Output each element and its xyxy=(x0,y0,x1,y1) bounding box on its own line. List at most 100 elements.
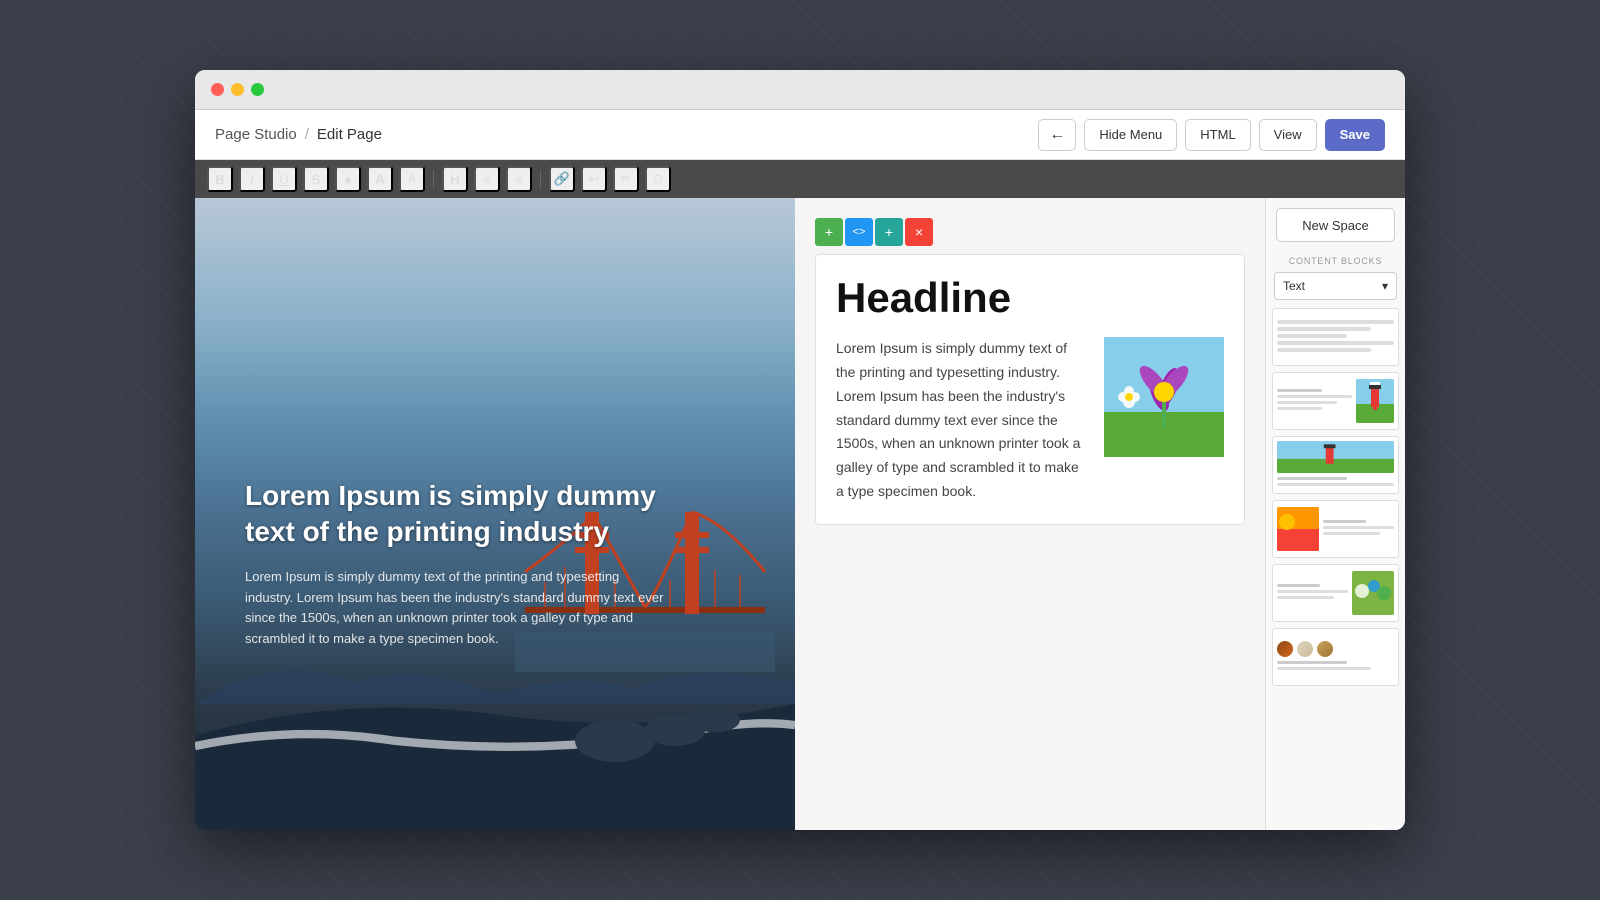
content-blocks-filter[interactable]: Text ▾ xyxy=(1274,272,1397,300)
delete-block-button[interactable]: × xyxy=(905,218,933,246)
left-panel: Lorem Ipsum is simply dummy text of the … xyxy=(195,198,795,830)
thumb-image-top xyxy=(1277,441,1394,473)
breadcrumb-current-page: Edit Page xyxy=(317,126,382,143)
align-button[interactable]: ≡ xyxy=(474,166,500,192)
hide-menu-button[interactable]: Hide Menu xyxy=(1084,119,1177,151)
content-body-with-image: Lorem Ipsum is simply dummy text of the … xyxy=(836,337,1224,504)
thumb-image-colorful xyxy=(1277,507,1319,551)
toolbar-separator-2 xyxy=(540,170,541,188)
thumb-line xyxy=(1277,334,1347,338)
highlight-button[interactable]: ● xyxy=(335,166,361,192)
thumb-line xyxy=(1277,596,1334,599)
thumb-text-img-4 xyxy=(1277,505,1394,553)
thumb-line xyxy=(1323,520,1366,523)
content-block: Headline Lorem Ipsum is simply dummy tex… xyxy=(815,254,1245,525)
block-thumb-6[interactable] xyxy=(1272,628,1399,686)
thumb-lines-1 xyxy=(1277,320,1394,355)
save-button[interactable]: Save xyxy=(1325,119,1385,151)
traffic-lights xyxy=(211,83,264,96)
list-button[interactable]: ≡ xyxy=(506,166,532,192)
thumb-line xyxy=(1277,483,1394,486)
hero-title: Lorem Ipsum is simply dummy text of the … xyxy=(245,478,665,551)
thumb-line xyxy=(1277,407,1322,410)
back-button[interactable]: ← xyxy=(1038,119,1076,151)
thumb-line xyxy=(1277,477,1347,480)
add-content-button[interactable]: + xyxy=(875,218,903,246)
html-button[interactable]: HTML xyxy=(1185,119,1250,151)
content-body-text: Lorem Ipsum is simply dummy text of the … xyxy=(836,337,1088,504)
thumb-image-lighthouse xyxy=(1356,379,1394,423)
breadcrumb-separator: / xyxy=(305,126,309,143)
right-panel[interactable]: + <> + × Headline Lorem Ipsum is simply … xyxy=(795,198,1265,830)
thumb-line xyxy=(1277,320,1394,324)
font-size-button[interactable]: A xyxy=(399,166,425,192)
add-block-button[interactable]: + xyxy=(815,218,843,246)
block-thumb-5[interactable] xyxy=(1272,564,1399,622)
block-toolbar: + <> + × xyxy=(815,218,1245,246)
italic-button[interactable]: I xyxy=(239,166,265,192)
edit-button[interactable]: ✏ xyxy=(613,166,639,192)
bold-button[interactable]: B xyxy=(207,166,233,192)
editor-toolbar: B I U S ● A A H ≡ ≡ 🔗 ↩ ✏ ⊙ xyxy=(195,160,1405,198)
content-headline: Headline xyxy=(836,275,1224,321)
block-thumb-2[interactable] xyxy=(1272,372,1399,430)
dropdown-chevron-icon: ▾ xyxy=(1382,279,1388,293)
thumb-lines-6 xyxy=(1277,661,1394,670)
title-bar xyxy=(195,70,1405,110)
toolbar-separator-1 xyxy=(433,170,434,188)
minimize-dot[interactable] xyxy=(231,83,244,96)
hero-text-container: Lorem Ipsum is simply dummy text of the … xyxy=(245,478,665,650)
thumb-line xyxy=(1277,389,1322,392)
content-image-svg xyxy=(1104,337,1224,457)
block-thumb-4[interactable] xyxy=(1272,500,1399,558)
circle-3 xyxy=(1317,641,1333,657)
maximize-dot[interactable] xyxy=(251,83,264,96)
scene-svg xyxy=(1277,441,1394,473)
canvas-split: Lorem Ipsum is simply dummy text of the … xyxy=(195,198,1265,830)
thumb-line xyxy=(1277,327,1371,331)
thumb-line xyxy=(1323,526,1394,529)
thumb-text-img-5 xyxy=(1277,569,1394,617)
undo-button[interactable]: ↩ xyxy=(581,166,607,192)
block-thumb-3[interactable] xyxy=(1272,436,1399,494)
breadcrumb: Page Studio / Edit Page xyxy=(215,126,1038,143)
new-space-button[interactable]: New Space xyxy=(1276,208,1395,242)
block-thumb-1[interactable] xyxy=(1272,308,1399,366)
thumb-line xyxy=(1323,532,1380,535)
thumb-line xyxy=(1277,661,1347,664)
circle-2 xyxy=(1297,641,1313,657)
link-button[interactable]: 🔗 xyxy=(549,166,575,192)
thumb-lines-5 xyxy=(1277,584,1348,602)
thumb-line xyxy=(1277,395,1352,398)
code-block-button[interactable]: <> xyxy=(845,218,873,246)
settings-button[interactable]: ⊙ xyxy=(645,166,671,192)
block-thumbnails xyxy=(1266,308,1405,692)
hero-subtitle: Lorem Ipsum is simply dummy text of the … xyxy=(245,567,665,650)
thumb-circles xyxy=(1277,641,1394,657)
colorful-svg xyxy=(1277,507,1319,551)
close-dot[interactable] xyxy=(211,83,224,96)
strikethrough-button[interactable]: S xyxy=(303,166,329,192)
circle-1 xyxy=(1277,641,1293,657)
breadcrumb-app[interactable]: Page Studio xyxy=(215,126,297,143)
underline-button[interactable]: U xyxy=(271,166,297,192)
lighthouse-svg xyxy=(1356,379,1394,423)
app-window: Page Studio / Edit Page ← Hide Menu HTML… xyxy=(195,70,1405,830)
filter-value: Text xyxy=(1283,279,1305,293)
thumb-lines-4 xyxy=(1323,520,1394,538)
thumb-line xyxy=(1277,667,1371,670)
thumb-content-3 xyxy=(1277,441,1394,489)
thumb-lines-2 xyxy=(1277,389,1352,413)
thumb-content-6 xyxy=(1277,641,1394,673)
font-color-button[interactable]: A xyxy=(367,166,393,192)
main-content: Lorem Ipsum is simply dummy text of the … xyxy=(195,198,1405,830)
thumb-line xyxy=(1277,590,1348,593)
thumb-line xyxy=(1277,584,1320,587)
view-button[interactable]: View xyxy=(1259,119,1317,151)
content-image xyxy=(1104,337,1224,457)
heading-button[interactable]: H xyxy=(442,166,468,192)
thumb-line xyxy=(1277,401,1337,404)
right-sidebar: New Space CONTENT BLOCKS Text ▾ xyxy=(1265,198,1405,830)
header-actions: ← Hide Menu HTML View Save xyxy=(1038,119,1385,151)
app-header: Page Studio / Edit Page ← Hide Menu HTML… xyxy=(195,110,1405,160)
